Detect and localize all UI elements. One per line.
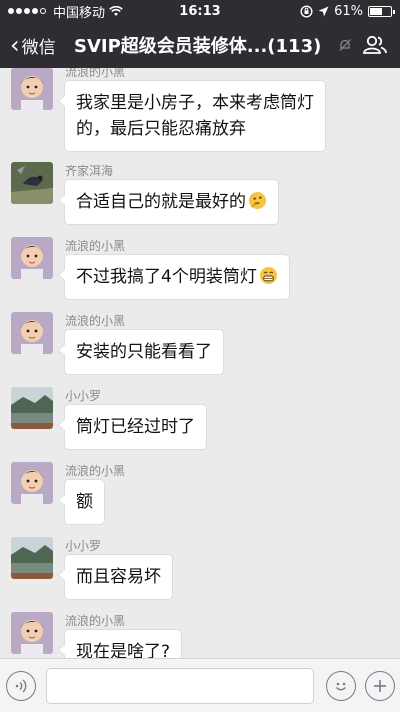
thinking-face-icon xyxy=(248,191,267,210)
avatar[interactable] xyxy=(11,312,53,354)
group-members-icon[interactable] xyxy=(362,34,388,56)
message-bubble[interactable]: 而且容易坏 xyxy=(58,554,173,600)
chat-input-bar xyxy=(0,658,400,712)
carrier-name: 中国移动 xyxy=(53,5,106,21)
mute-bell-icon xyxy=(339,39,351,51)
location-arrow-icon xyxy=(318,6,329,16)
sender-name: 流浪的小黑 xyxy=(65,614,126,628)
voice-icon xyxy=(15,679,27,693)
status-bar: 中国移动 16:13 61% xyxy=(0,0,400,22)
message-text-line: 的，最后只能忍痛放弃 xyxy=(76,119,246,139)
message-input[interactable] xyxy=(46,668,314,704)
sender-name: 流浪的小黑 xyxy=(65,464,126,478)
plus-icon xyxy=(374,680,386,692)
more-actions-button[interactable] xyxy=(365,671,395,701)
back-button-label: 微信 xyxy=(21,37,56,58)
message-text: 现在是啥了? xyxy=(76,642,171,658)
message-text: 而且容易坏 xyxy=(76,567,161,587)
navigation-bar: ‹ 微信 SVIP超级会员装修体...(113) xyxy=(0,22,400,68)
avatar[interactable] xyxy=(11,68,53,110)
grinning-face-icon xyxy=(259,266,277,285)
battery-icon xyxy=(368,5,395,17)
emoji-face-icon xyxy=(336,682,346,691)
battery-percentage: 61% xyxy=(334,3,363,19)
avatar[interactable] xyxy=(11,537,53,579)
avatar[interactable] xyxy=(11,387,53,429)
message-bubble[interactable]: 安装的只能看看了 xyxy=(58,329,224,375)
sender-name: 小小罗 xyxy=(65,539,102,553)
chat-message-list[interactable]: 流浪的小黑 我家里是小房子，本来考虑筒灯 的，最后只能忍痛放弃 齐家洱海 合适自… xyxy=(0,68,400,658)
sender-name: 流浪的小黑 xyxy=(65,68,126,79)
sender-name: 小小罗 xyxy=(65,389,102,403)
message-bubble[interactable]: 额 xyxy=(58,479,105,525)
sender-name: 流浪的小黑 xyxy=(65,314,126,328)
avatar[interactable] xyxy=(11,612,53,654)
message-bubble[interactable]: 不过我搞了4个明装筒灯 xyxy=(58,254,290,300)
signal-strength-icon xyxy=(8,8,46,14)
avatar[interactable] xyxy=(11,162,53,204)
message-bubble[interactable]: 我家里是小房子，本来考虑筒灯 的，最后只能忍痛放弃 xyxy=(58,80,326,152)
chevron-left-icon: ‹ xyxy=(10,31,20,59)
message-bubble[interactable]: 合适自己的就是最好的 xyxy=(58,179,279,225)
message-text: 筒灯已经过时了 xyxy=(76,417,195,437)
message-bubble[interactable]: 现在是啥了? xyxy=(57,629,183,658)
chat-title: SVIP超级会员装修体...(113) xyxy=(74,36,322,57)
back-button[interactable]: ‹ 微信 xyxy=(0,33,74,58)
sender-name: 齐家洱海 xyxy=(65,164,114,178)
avatar[interactable] xyxy=(11,237,53,279)
emoji-button[interactable] xyxy=(326,671,356,701)
avatar[interactable] xyxy=(11,462,53,504)
message-text: 不过我搞了4个明装筒灯 xyxy=(76,267,257,287)
message-text: 安装的只能看看了 xyxy=(76,342,212,362)
sender-name: 流浪的小黑 xyxy=(65,239,126,253)
wifi-icon xyxy=(109,5,123,16)
message-text: 合适自己的就是最好的 xyxy=(76,192,246,212)
orientation-lock-icon xyxy=(300,4,313,18)
message-text-line: 我家里是小房子，本来考虑筒灯 xyxy=(76,93,314,113)
voice-input-button[interactable] xyxy=(6,671,36,701)
message-text: 额 xyxy=(76,492,93,512)
message-bubble[interactable]: 筒灯已经过时了 xyxy=(58,404,207,450)
